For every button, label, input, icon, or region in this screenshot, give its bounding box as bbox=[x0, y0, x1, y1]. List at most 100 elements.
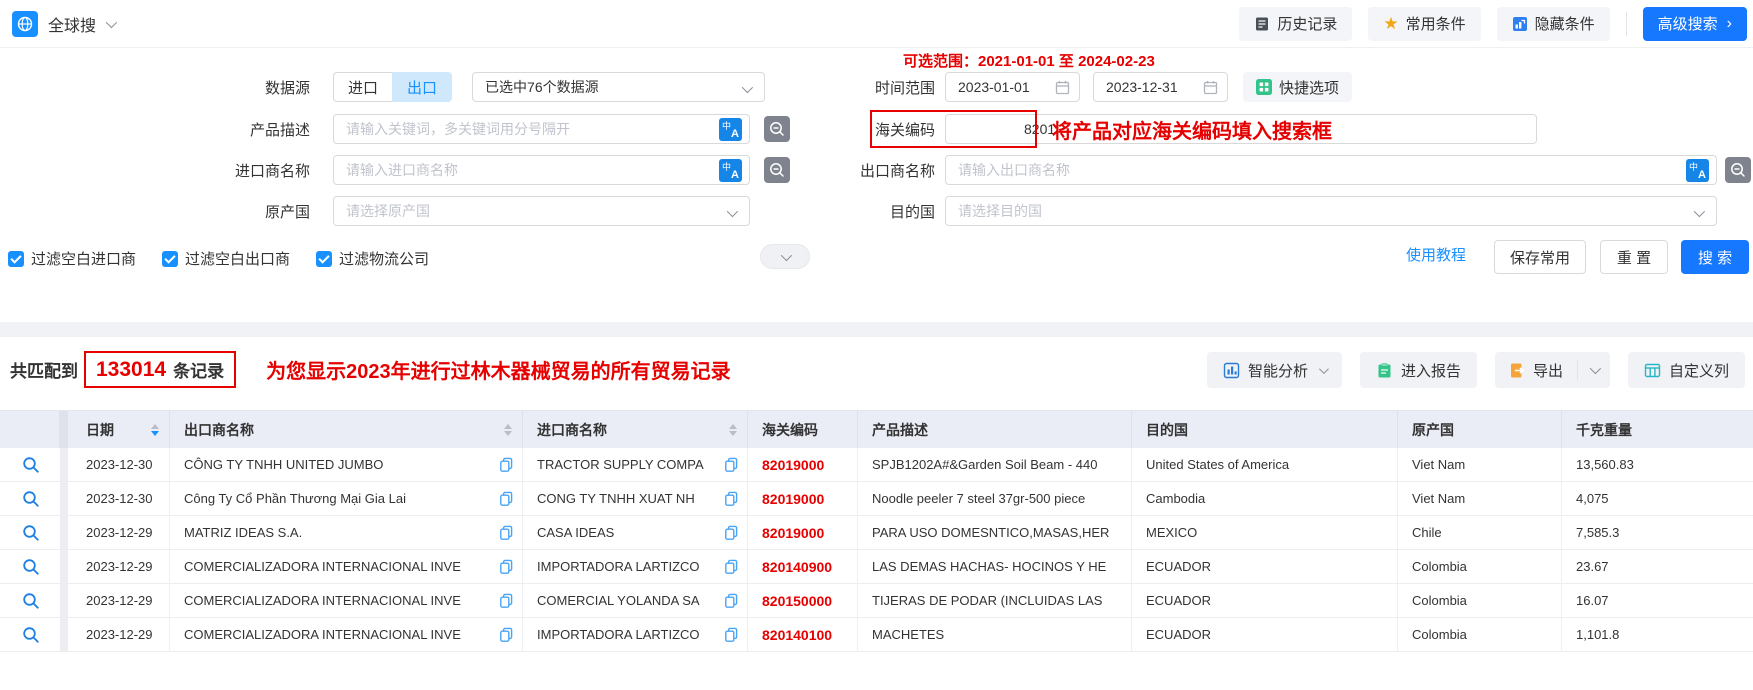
copy-icon[interactable] bbox=[499, 457, 514, 472]
copy-icon[interactable] bbox=[499, 559, 514, 574]
export-options-button[interactable] bbox=[1578, 352, 1610, 388]
data-source-label: 数据源 bbox=[0, 77, 310, 98]
filter-blank-exporter-checkbox[interactable]: 过滤空白出口商 bbox=[162, 248, 290, 269]
exporter-input[interactable] bbox=[946, 156, 1716, 184]
export-icon bbox=[1509, 362, 1525, 379]
copy-icon[interactable] bbox=[724, 593, 739, 608]
cell-destination: Cambodia bbox=[1132, 482, 1398, 515]
table-row[interactable]: 2023-12-30 Công Ty Cổ Phần Thương Mại Gi… bbox=[0, 482, 1753, 516]
cell-product-desc: MACHETES bbox=[858, 618, 1132, 651]
product-desc-row: 产品描述 中A bbox=[0, 114, 810, 144]
cell-hs-code[interactable]: 82019000 bbox=[748, 516, 858, 549]
table-body: 2023-12-30 CÔNG TY TNHH UNITED JUMBO TRA… bbox=[0, 448, 1753, 652]
app-title: 全球搜 bbox=[48, 12, 96, 36]
table-row[interactable]: 2023-12-29 COMERCIALIZADORA INTERNACIONA… bbox=[0, 618, 1753, 652]
cell-exporter: COMERCIALIZADORA INTERNACIONAL INVE bbox=[170, 618, 523, 651]
table-row[interactable]: 2023-12-29 MATRIZ IDEAS S.A. CASA IDEAS … bbox=[0, 516, 1753, 550]
cell-hs-code[interactable]: 82019000 bbox=[748, 448, 858, 481]
filter-blank-importer-checkbox[interactable]: 过滤空白进口商 bbox=[8, 248, 136, 269]
global-search-app: 全球搜 历史记录 ★ 常用条件 隐藏条件 高级搜索 bbox=[0, 0, 1753, 690]
importer-input[interactable] bbox=[334, 156, 749, 184]
results-table: 日期 出口商名称 进口商名称 海关编码 产品描述 目的国 原产国 千克重量 bbox=[0, 410, 1753, 690]
hide-conditions-button[interactable]: 隐藏条件 bbox=[1497, 7, 1610, 41]
sort-exporter-icon[interactable] bbox=[504, 424, 512, 436]
cell-hs-code[interactable]: 820150000 bbox=[748, 584, 858, 617]
copy-icon[interactable] bbox=[499, 525, 514, 540]
cell-destination: ECUADOR bbox=[1132, 618, 1398, 651]
view-detail-icon[interactable] bbox=[22, 626, 40, 644]
view-detail-icon[interactable] bbox=[22, 490, 40, 508]
cell-hs-code[interactable]: 82019000 bbox=[748, 482, 858, 515]
filter-logistics-checkbox[interactable]: 过滤物流公司 bbox=[316, 248, 429, 269]
header-date[interactable]: 日期 bbox=[68, 411, 170, 448]
cell-hs-code[interactable]: 820140100 bbox=[748, 618, 858, 651]
enter-report-button[interactable]: 进入报告 bbox=[1360, 352, 1477, 388]
cell-hs-code[interactable]: 820140900 bbox=[748, 550, 858, 583]
view-detail-icon[interactable] bbox=[22, 592, 40, 610]
sort-importer-icon[interactable] bbox=[729, 424, 737, 436]
copy-icon[interactable] bbox=[724, 525, 739, 540]
origin-country-select[interactable]: 请选择原产国 bbox=[333, 196, 750, 226]
exclude-search-icon[interactable] bbox=[1725, 157, 1751, 183]
view-detail-icon[interactable] bbox=[22, 524, 40, 542]
advanced-search-button[interactable]: 高级搜索 › bbox=[1643, 7, 1747, 41]
data-source-select[interactable]: 已选中76个数据源 bbox=[472, 72, 765, 102]
calendar-icon[interactable] bbox=[1055, 80, 1070, 100]
cell-date: 2023-12-29 bbox=[68, 516, 170, 549]
chevron-down-icon bbox=[1590, 363, 1601, 374]
copy-icon[interactable] bbox=[724, 491, 739, 506]
quick-options-button[interactable]: 快捷选项 bbox=[1243, 72, 1352, 102]
table-row[interactable]: 2023-12-30 CÔNG TY TNHH UNITED JUMBO TRA… bbox=[0, 448, 1753, 482]
importer-name: TRACTOR SUPPLY COMPA bbox=[537, 457, 720, 472]
favorites-button[interactable]: ★ 常用条件 bbox=[1368, 7, 1480, 41]
view-detail-icon[interactable] bbox=[22, 456, 40, 474]
cell-origin: Colombia bbox=[1398, 550, 1562, 583]
export-tab[interactable]: 出口 bbox=[392, 72, 452, 102]
import-tab[interactable]: 进口 bbox=[333, 72, 392, 102]
date-range-hint: 可选范围：2021-01-01 至 2024-02-23 bbox=[903, 50, 1155, 71]
data-source-value: 已选中76个数据源 bbox=[473, 77, 764, 97]
copy-icon[interactable] bbox=[724, 559, 739, 574]
smart-analysis-button[interactable]: 智能分析 bbox=[1207, 352, 1342, 388]
view-detail-icon[interactable] bbox=[22, 558, 40, 576]
translate-icon[interactable]: 中A bbox=[719, 118, 742, 141]
translate-icon[interactable]: 中A bbox=[1686, 159, 1709, 182]
divider bbox=[1626, 12, 1627, 36]
copy-icon[interactable] bbox=[724, 457, 739, 472]
tutorial-link[interactable]: 使用教程 bbox=[1406, 244, 1466, 265]
dest-country-label: 目的国 bbox=[850, 201, 935, 222]
bi-analysis-icon bbox=[1223, 362, 1240, 379]
exclude-search-icon[interactable] bbox=[764, 157, 790, 183]
translate-icon[interactable]: 中A bbox=[719, 159, 742, 182]
copy-icon[interactable] bbox=[499, 627, 514, 642]
view-detail-cell bbox=[0, 584, 60, 617]
app-brand[interactable]: 全球搜 bbox=[12, 11, 114, 37]
dest-country-select[interactable]: 请选择目的国 bbox=[945, 196, 1717, 226]
cell-destination: MEXICO bbox=[1132, 516, 1398, 549]
exclude-search-icon[interactable] bbox=[764, 116, 790, 142]
copy-icon[interactable] bbox=[499, 491, 514, 506]
exporter-name: MATRIZ IDEAS S.A. bbox=[184, 525, 495, 540]
sort-date-icon[interactable] bbox=[151, 424, 159, 436]
table-row[interactable]: 2023-12-29 COMERCIALIZADORA INTERNACIONA… bbox=[0, 584, 1753, 618]
save-conditions-button[interactable]: 保存常用 bbox=[1494, 240, 1586, 274]
calendar-icon[interactable] bbox=[1203, 80, 1218, 100]
reset-button[interactable]: 重 置 bbox=[1600, 240, 1668, 274]
exporter-name: COMERCIALIZADORA INTERNACIONAL INVE bbox=[184, 627, 495, 642]
header-exporter[interactable]: 出口商名称 bbox=[170, 411, 523, 448]
results-header: 共匹配到 133014 条记录 为您显示2023年进行过林木器械贸易的所有贸易记… bbox=[0, 337, 1753, 410]
product-desc-input[interactable] bbox=[334, 115, 749, 143]
customize-columns-button[interactable]: 自定义列 bbox=[1628, 352, 1745, 388]
exporter-name: Công Ty Cổ Phần Thương Mại Gia Lai bbox=[184, 491, 495, 506]
search-button[interactable]: 搜 索 bbox=[1681, 240, 1749, 274]
pinned-column-divider bbox=[60, 550, 68, 583]
export-button[interactable]: 导出 bbox=[1495, 352, 1577, 388]
copy-icon[interactable] bbox=[724, 627, 739, 642]
collapse-form-button[interactable] bbox=[760, 244, 810, 269]
exporter-row: 出口商名称 中A bbox=[850, 155, 1717, 185]
header-importer[interactable]: 进口商名称 bbox=[523, 411, 748, 448]
copy-icon[interactable] bbox=[499, 593, 514, 608]
cell-destination: United States of America bbox=[1132, 448, 1398, 481]
history-button[interactable]: 历史记录 bbox=[1239, 7, 1352, 41]
table-row[interactable]: 2023-12-29 COMERCIALIZADORA INTERNACIONA… bbox=[0, 550, 1753, 584]
